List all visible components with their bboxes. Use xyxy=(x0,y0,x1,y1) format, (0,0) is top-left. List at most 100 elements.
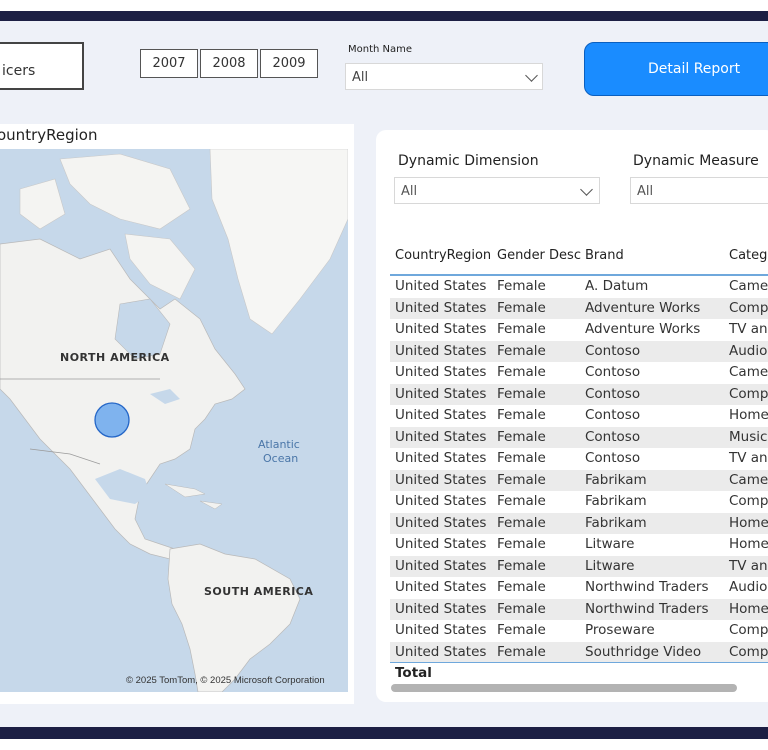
table-row[interactable]: United States Female Fabrikam Home xyxy=(390,512,768,534)
cell-countryregion: United States xyxy=(395,407,487,423)
cell-category: Home xyxy=(729,514,768,531)
map-svg: NORTH AMERICA SOUTH AMERICA Atlantic Oce… xyxy=(0,149,348,692)
top-header-bar xyxy=(0,11,768,21)
cell-countryregion: United States xyxy=(395,428,487,445)
cell-countryregion: United States xyxy=(395,557,487,574)
total-label: Total xyxy=(395,665,432,681)
map-canvas[interactable]: NORTH AMERICA SOUTH AMERICA Atlantic Oce… xyxy=(0,149,348,692)
cell-gender-desc: Female xyxy=(497,471,546,488)
north-america-label: NORTH AMERICA xyxy=(60,351,170,364)
cell-category: Compu xyxy=(729,385,768,402)
year-2009-button[interactable]: 2009 xyxy=(260,49,318,78)
slicers-label: icers xyxy=(2,63,36,79)
cell-brand: Contoso xyxy=(585,385,641,402)
cell-gender-desc: Female xyxy=(497,385,546,402)
map-copyright: © 2025 TomTom, © 2025 Microsoft Corporat… xyxy=(126,675,325,686)
ocean-label: Ocean xyxy=(263,452,298,465)
cell-gender-desc: Female xyxy=(497,557,546,574)
column-header-category[interactable]: Catego xyxy=(729,248,768,263)
cell-countryregion: United States xyxy=(395,514,487,531)
cell-brand: Southridge Video xyxy=(585,643,702,660)
column-header-brand[interactable]: Brand xyxy=(585,248,624,263)
table-row[interactable]: United States Female Southridge Video Compu xyxy=(390,641,768,663)
map-title: ountryRegion xyxy=(0,126,98,144)
cell-brand: Contoso xyxy=(585,342,641,359)
cell-countryregion: United States xyxy=(395,493,487,509)
cell-gender-desc: Female xyxy=(497,579,546,595)
table-row[interactable]: United States Female Fabrikam Compu xyxy=(390,491,768,513)
cell-gender-desc: Female xyxy=(497,321,546,337)
cell-gender-desc: Female xyxy=(497,643,546,660)
south-america-label: SOUTH AMERICA xyxy=(204,585,313,598)
cell-category: Home xyxy=(729,536,768,552)
cell-brand: Contoso xyxy=(585,450,641,466)
cell-brand: Adventure Works xyxy=(585,299,701,316)
table-row[interactable]: United States Female Contoso Compu xyxy=(390,383,768,405)
slicers-button[interactable]: icers xyxy=(0,42,84,90)
cell-countryregion: United States xyxy=(395,600,487,617)
cell-category: Home xyxy=(729,600,768,617)
cell-gender-desc: Female xyxy=(497,600,546,617)
year-2008-button[interactable]: 2008 xyxy=(200,49,258,78)
dynamic-measure-dropdown[interactable]: All xyxy=(630,177,768,204)
cell-category: Home xyxy=(729,407,768,423)
data-table: CountryRegion Gender Desc Brand Catego U… xyxy=(390,244,768,684)
table-row[interactable]: United States Female Adventure Works Compu xyxy=(390,297,768,319)
table-row[interactable]: United States Female Contoso Audio xyxy=(390,340,768,362)
dynamic-measure-label: Dynamic Measure xyxy=(633,153,759,169)
table-row[interactable]: United States Female A. Datum Camer xyxy=(390,276,768,298)
cell-countryregion: United States xyxy=(395,622,487,638)
cell-countryregion: United States xyxy=(395,342,487,359)
cell-category: Compu xyxy=(729,643,768,660)
detail-report-button[interactable]: Detail Report xyxy=(584,42,768,96)
atlantic-label: Atlantic xyxy=(258,438,300,451)
cell-brand: Northwind Traders xyxy=(585,579,709,595)
cell-brand: Proseware xyxy=(585,622,655,638)
cell-brand: A. Datum xyxy=(585,278,649,294)
cell-brand: Contoso xyxy=(585,407,641,423)
cell-category: Compu xyxy=(729,493,768,509)
table-row[interactable]: United States Female Contoso Home xyxy=(390,405,768,427)
table-row[interactable]: United States Female Northwind Traders Audi… xyxy=(390,577,768,599)
cell-gender-desc: Female xyxy=(497,342,546,359)
cell-countryregion: United States xyxy=(395,364,487,380)
dynamic-dimension-dropdown[interactable]: All xyxy=(394,177,600,204)
cell-category: Camer xyxy=(729,471,768,488)
united-states-bubble[interactable] xyxy=(94,402,130,438)
cell-gender-desc: Female xyxy=(497,514,546,531)
table-row[interactable]: United States Female Litware Home xyxy=(390,534,768,556)
table-row[interactable]: United States Female Litware TV and xyxy=(390,555,768,577)
total-divider xyxy=(390,662,768,663)
table-row[interactable]: United States Female Contoso Camer xyxy=(390,362,768,384)
cell-category: TV and xyxy=(729,450,768,466)
horizontal-scrollbar[interactable] xyxy=(391,684,737,692)
cell-brand: Fabrikam xyxy=(585,514,647,531)
year-2007-button[interactable]: 2007 xyxy=(140,49,198,78)
cell-gender-desc: Female xyxy=(497,364,546,380)
cell-category: Compu xyxy=(729,622,768,638)
column-header-gender-desc[interactable]: Gender Desc xyxy=(497,248,581,263)
month-name-dropdown[interactable]: All xyxy=(345,63,543,90)
table-row[interactable]: United States Female Adventure Works TV and xyxy=(390,319,768,341)
table-row[interactable]: United States Female Contoso TV and xyxy=(390,448,768,470)
cell-gender-desc: Female xyxy=(497,622,546,638)
cell-brand: Litware xyxy=(585,557,635,574)
cell-category: Audio xyxy=(729,342,768,359)
cell-countryregion: United States xyxy=(395,579,487,595)
cell-countryregion: United States xyxy=(395,643,487,660)
cell-countryregion: United States xyxy=(395,471,487,488)
table-row[interactable]: United States Female Fabrikam Camer xyxy=(390,469,768,491)
cell-countryregion: United States xyxy=(395,450,487,466)
cell-category: TV and xyxy=(729,321,768,337)
table-row[interactable]: United States Female Proseware Compu xyxy=(390,620,768,642)
dynamic-dimension-value: All xyxy=(401,184,418,199)
month-name-label: Month Name xyxy=(348,44,413,55)
column-header-countryregion[interactable]: CountryRegion xyxy=(395,248,491,263)
cell-gender-desc: Female xyxy=(497,450,546,466)
cell-category: Music, xyxy=(729,428,768,445)
table-row[interactable]: United States Female Contoso Music, xyxy=(390,426,768,448)
cell-brand: Contoso xyxy=(585,364,641,380)
cell-countryregion: United States xyxy=(395,536,487,552)
cell-countryregion: United States xyxy=(395,299,487,316)
table-row[interactable]: United States Female Northwind Traders Home xyxy=(390,598,768,620)
